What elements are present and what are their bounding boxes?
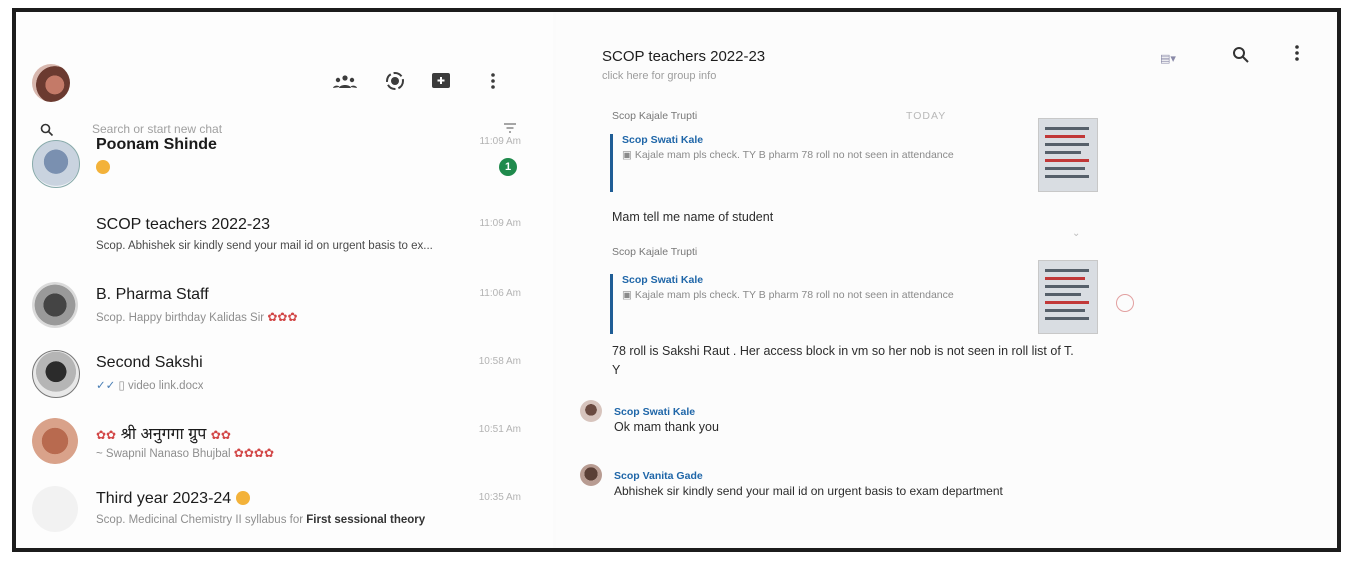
communities-icon[interactable] [332,68,358,94]
avatar [32,140,80,188]
double-check-icon: ✓✓ [96,380,116,392]
chat-item-b-pharma-staff[interactable]: B. Pharma Staff 11:06 Am Scop. Happy bir… [16,274,553,338]
chat-time: 10:58 Am [478,356,521,367]
message-sender: Scop Vanita Gade [614,470,703,482]
emoji-face-icon [235,491,250,505]
flower-emoji-icon: ✿✿✿ [267,310,298,324]
message-bubble[interactable]: Scop Vanita Gade Abhishek sir kindly sen… [614,470,1034,501]
conversation-title[interactable]: SCOP teachers 2022-23 [602,48,765,65]
quoted-sender: Scop Swati Kale [622,274,704,286]
quoted-message[interactable]: Scop Swati Kale ▣ Kajale mam pls check. … [610,134,982,192]
left-header [16,12,553,112]
quoted-text-content: Kajale mam pls check. TY B pharm 78 roll… [634,289,954,301]
message-bubble[interactable]: Scop Swati Kale Ok mam thank you [614,406,719,437]
avatar [32,350,80,398]
chat-item-anugaga-group[interactable]: ✿✿ श्री अनुगगा ग्रुप ✿✿ 10:51 Am ~ Swapn… [16,410,553,474]
group-info-link[interactable]: click here for group info [602,70,716,82]
chat-preview: ✓✓ ▯ video link.docx [96,378,203,392]
app-window: Poonam Shinde 11:09 Am 1 SCOP teachers 2… [12,8,1341,552]
preview-bold: First sessional theory [306,514,426,526]
image-thumbnail[interactable] [1038,260,1098,334]
quoted-message[interactable]: Scop Swati Kale ▣ Kajale mam pls check. … [610,274,982,334]
emoji-face-icon [96,160,110,174]
video-call-icon[interactable]: ▤▾ [1160,52,1176,65]
message-bubble[interactable]: Scop Kajale Trupti [612,110,697,122]
chat-name: B. Pharma Staff [96,286,209,303]
quoted-text: ▣ Kajale mam pls check. TY B pharm 78 ro… [622,286,982,304]
chat-name-text: Third year 2023-24 [96,490,232,507]
status-icon[interactable] [382,68,408,94]
chat-name: Poonam Shinde [96,136,217,153]
chat-name: Third year 2023-24 [96,490,250,508]
chat-preview [96,160,110,175]
image-thumbnail[interactable] [1038,118,1098,192]
expand-chevron-icon[interactable]: ⌄ [1072,228,1080,239]
chat-name-text: श्री अनुगगा ग्रुप [120,426,207,443]
message-text: Ok mam thank you [614,420,719,434]
avatar [32,282,78,328]
profile-avatar[interactable] [32,64,70,102]
new-chat-icon[interactable] [428,68,454,94]
message-text: Mam tell me name of student [612,210,774,224]
reaction-icon[interactable] [1116,294,1134,312]
quoted-text: ▣ Kajale mam pls check. TY B pharm 78 ro… [622,146,982,164]
message-text: 78 roll is Sakshi Raut . Her access bloc… [612,344,1074,377]
chat-preview: Scop. Abhishek sir kindly send your mail… [96,240,433,252]
message-sender: Scop Swati Kale [614,406,696,418]
chat-time: 11:09 Am [479,136,521,147]
chat-item-scop-teachers[interactable]: SCOP teachers 2022-23 11:09 Am Scop. Abh… [16,204,553,268]
avatar [32,486,78,532]
date-divider: TODAY [906,110,947,122]
document-icon: ▯ [118,380,125,392]
flower-emoji-icon: ✿✿✿✿ [233,446,274,460]
chat-preview: Scop. Happy birthday Kalidas Sir ✿✿✿ [96,310,298,324]
chat-name: Second Sakshi [96,354,203,371]
image-icon: ▣ [622,149,635,161]
preview-text: Scop. Medicinal Chemistry II syllabus fo… [96,514,307,526]
chat-time: 11:09 Am [479,218,521,229]
chat-time: 11:06 Am [479,288,521,299]
unread-badge: 1 [499,158,517,176]
chat-preview: Scop. Medicinal Chemistry II syllabus fo… [96,514,425,526]
preview-text: video link.docx [128,380,204,392]
preview-text: Scop. Happy birthday Kalidas Sir [96,312,265,324]
chat-name: SCOP teachers 2022-23 [96,216,271,233]
menu-icon[interactable] [480,68,506,94]
preview-text: ~ Swapnil Nanaso Bhujbal [96,448,231,460]
avatar [32,418,78,464]
chat-list-pane: Poonam Shinde 11:09 Am 1 SCOP teachers 2… [16,12,553,548]
chat-time: 10:35 Am [478,492,521,503]
chat-preview: ~ Swapnil Nanaso Bhujbal ✿✿✿✿ [96,446,274,460]
message-sender: Scop Kajale Trupti [612,246,698,258]
flower-emoji-icon: ✿✿ [96,428,117,442]
message-bubble[interactable]: Scop Kajale Trupti [612,246,697,258]
message-sender: Scop Kajale Trupti [612,110,698,122]
chat-name: ✿✿ श्री अनुगगा ग्रुप ✿✿ [96,422,231,444]
image-icon: ▣ [622,289,635,301]
chat-time: 10:51 Am [478,424,521,435]
sender-avatar[interactable] [580,400,602,422]
chat-item-third-year[interactable]: Third year 2023-24 10:35 Am Scop. Medici… [16,478,553,542]
message-text: Abhishek sir kindly send your mail id on… [614,484,1003,498]
chat-item-poonam-shinde[interactable]: Poonam Shinde 11:09 Am 1 [16,132,553,196]
quoted-text-content: Kajale mam pls check. TY B pharm 78 roll… [634,149,954,161]
conversation-search-icon[interactable] [1232,46,1250,64]
conversation-menu-icon[interactable] [1294,44,1300,62]
conversation-pane: SCOP teachers 2022-23 click here for gro… [556,12,1337,548]
sender-avatar[interactable] [580,464,602,486]
quoted-sender: Scop Swati Kale [622,134,704,146]
chat-item-second-sakshi[interactable]: Second Sakshi 10:58 Am ✓✓ ▯ video link.d… [16,342,553,406]
flower-emoji-icon: ✿✿ [210,428,231,442]
